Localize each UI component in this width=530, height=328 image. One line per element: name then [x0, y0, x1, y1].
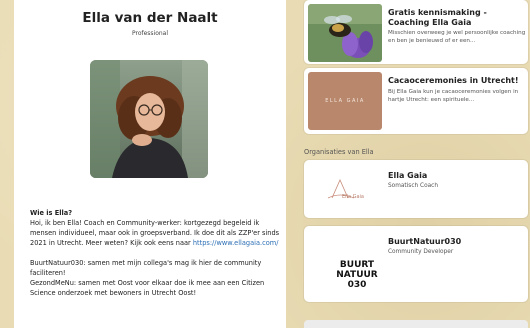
offer-card-cacao[interactable]: ELLA GAIA Cacaoceremonies in Utrecht! Bi…	[304, 68, 528, 134]
bee-flower-image	[308, 4, 382, 62]
ella-gaia-logo-text: Ella Gaia	[342, 194, 364, 200]
org-role: Community Developer	[388, 249, 454, 255]
offer-title: Gratis kennismaking - Coaching Ella Gaia	[388, 8, 487, 27]
profile-bio: Wie is Ella? Hoi, ik ben Ella! Coach en …	[30, 208, 280, 298]
bio-line-gezondmenu: GezondMeNu: samen met Oost voor elkaar d…	[30, 279, 265, 297]
profile-card: Ella van der Naalt Professional Wie is E…	[14, 0, 286, 328]
ella-gaia-logo: Ella Gaia	[314, 168, 382, 210]
offer-thumbnail-cacao: ELLA GAIA	[308, 72, 382, 130]
profile-name: Ella van der Naalt	[82, 10, 218, 26]
org-card-ella-gaia[interactable]: Ella Gaia Ella Gaia Somatisch Coach	[304, 160, 528, 218]
bio-question: Wie is Ella?	[30, 209, 73, 217]
profile-role: Professional	[131, 30, 169, 37]
offer-card-kennismaking[interactable]: Gratis kennismaking - Coaching Ella Gaia…	[304, 0, 528, 64]
next-card-edge	[304, 320, 528, 328]
profile-photo-image	[90, 60, 208, 178]
buurtnatuur-logo: BUURT NATUUR 030	[336, 260, 378, 290]
bio-intro: Hoi, ik ben Ella! Coach en Community-wer…	[30, 218, 280, 248]
offer-description: Misschien overweeg je wel persoonlijke c…	[388, 30, 526, 44]
bio-line-buurtnatuur: BuurtNatuur030: samen met mijn collega's…	[30, 259, 262, 277]
organisations-heading: Organisaties van Ella	[304, 148, 374, 156]
profile-photo	[90, 60, 208, 178]
offer-title: Cacaoceremonies in Utrecht!	[388, 76, 519, 85]
ella-gaia-logo-icon	[327, 179, 355, 199]
thumb-brand-text: ELLA GAIA	[325, 98, 365, 104]
org-role: Somatisch Coach	[388, 183, 439, 189]
org-name: Ella Gaia	[388, 171, 428, 180]
website-link[interactable]: https://www.ellagaia.com/	[193, 239, 279, 247]
org-name: BuurtNatuur030	[388, 237, 462, 246]
org-card-buurtnatuur[interactable]: BUURT NATUUR 030 BuurtNatuur030 Communit…	[304, 226, 528, 302]
right-column: Gratis kennismaking - Coaching Ella Gaia…	[298, 0, 530, 328]
offer-thumbnail-bee	[308, 4, 382, 62]
offer-description: Bij Ella Gaia kun je cacaoceremonies vol…	[388, 89, 519, 103]
